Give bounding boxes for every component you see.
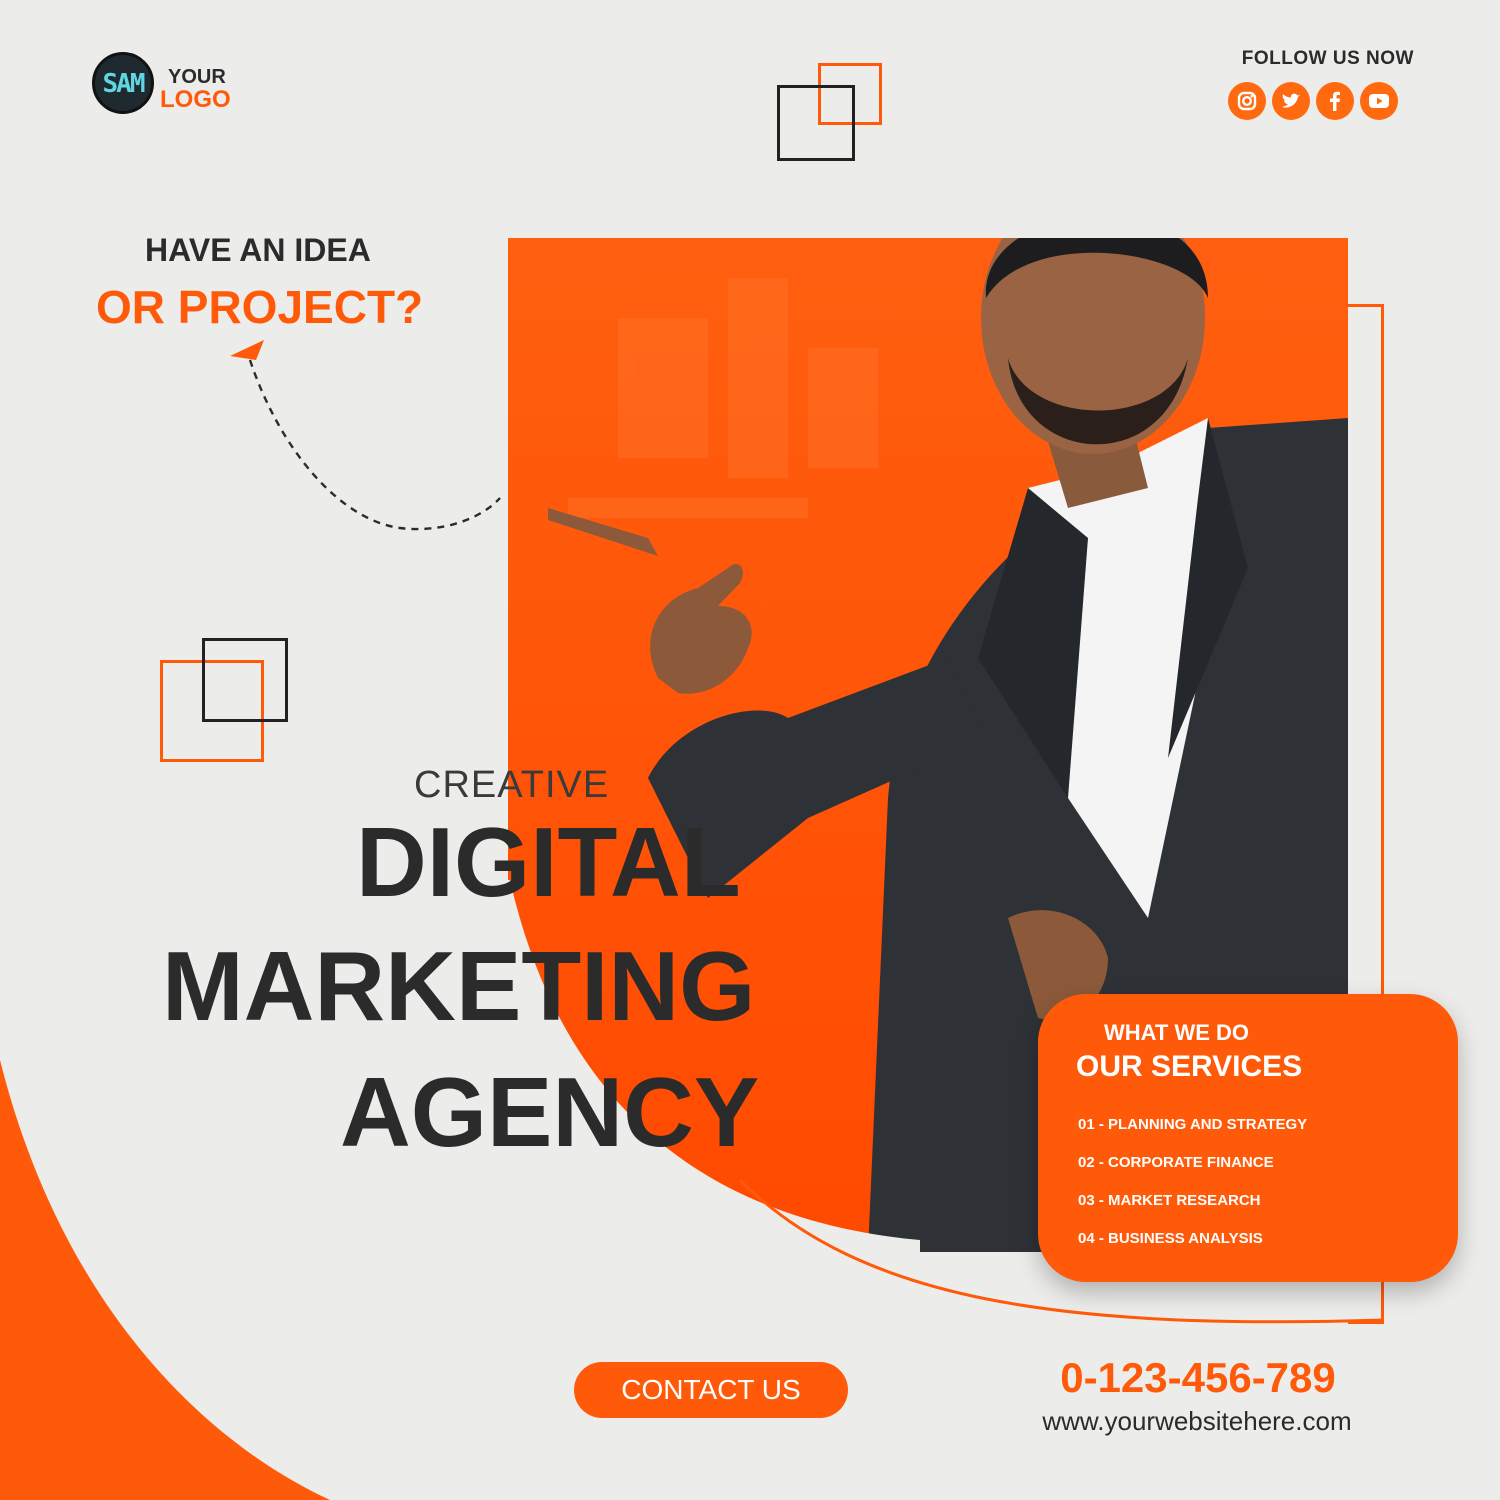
instagram-icon[interactable] bbox=[1228, 82, 1266, 120]
service-item: 01 - PLANNING AND STRATEGY bbox=[1078, 1116, 1308, 1133]
website-link[interactable]: www.yourwebsitehere.com bbox=[1000, 1406, 1394, 1437]
contact-us-button[interactable]: CONTACT US bbox=[574, 1362, 848, 1418]
logo-mark-icon: SAM bbox=[92, 52, 154, 114]
title-agency: AGENCY bbox=[340, 1057, 760, 1167]
youtube-icon[interactable] bbox=[1360, 82, 1398, 120]
decorative-square-black bbox=[202, 638, 288, 722]
services-subtitle: WHAT WE DO bbox=[1104, 1020, 1250, 1045]
phone-number: 0-123-456-789 bbox=[1060, 1354, 1336, 1401]
services-title: OUR SERVICES bbox=[1076, 1050, 1303, 1083]
services-card: WHAT WE DO OUR SERVICES 01 - PLANNING AN… bbox=[1038, 994, 1458, 1282]
project-heading: OR PROJECT? bbox=[96, 281, 424, 333]
title-marketing: MARKETING bbox=[162, 931, 756, 1041]
idea-heading: HAVE AN IDEA bbox=[145, 232, 371, 268]
service-item: 03 - MARKET RESEARCH bbox=[1078, 1192, 1261, 1209]
facebook-icon[interactable] bbox=[1316, 82, 1354, 120]
dashed-arrow-icon bbox=[230, 340, 501, 531]
service-item: 02 - CORPORATE FINANCE bbox=[1078, 1154, 1274, 1171]
service-item: 04 - BUSINESS ANALYSIS bbox=[1078, 1230, 1263, 1247]
logo-text-bottom: LOGO bbox=[160, 86, 231, 113]
twitter-icon[interactable] bbox=[1272, 82, 1310, 120]
follow-us-heading: FOLLOW US NOW bbox=[1241, 48, 1414, 69]
creative-eyebrow: CREATIVE bbox=[414, 764, 610, 806]
decorative-square-black bbox=[777, 85, 855, 161]
title-digital: DIGITAL bbox=[356, 807, 741, 917]
